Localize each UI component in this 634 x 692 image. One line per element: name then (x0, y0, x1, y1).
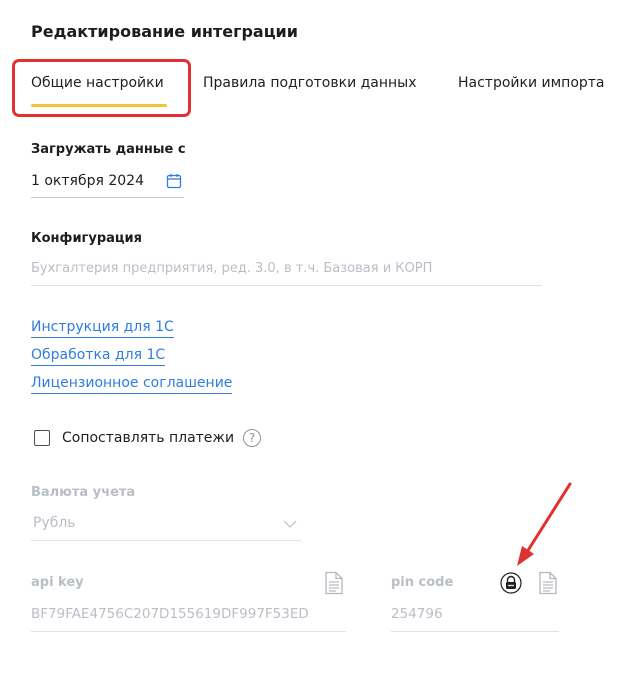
annotation-highlight-box (12, 59, 191, 117)
configuration-placeholder: Бухгалтерия предприятия, ред. 3.0, в т.ч… (31, 261, 433, 276)
calendar-icon[interactable] (166, 173, 182, 189)
load-from-label: Загружать данные с (31, 142, 186, 157)
tab-import-settings[interactable]: Настройки импорта (458, 75, 605, 91)
lock-icon[interactable] (500, 572, 522, 594)
load-from-date-value: 1 октября 2024 (31, 173, 144, 189)
api-key-value: BF79FAE4756C207D155619DF997F53ED (31, 606, 309, 622)
pin-code-value: 254796 (391, 606, 443, 622)
link-processing-1c[interactable]: Обработка для 1С (31, 347, 166, 366)
link-instruction-1c[interactable]: Инструкция для 1С (31, 319, 174, 338)
load-from-date-field[interactable]: 1 октября 2024 (31, 170, 184, 198)
currency-select[interactable]: Рубль (31, 511, 301, 541)
chevron-down-icon (283, 520, 297, 528)
currency-select-value: Рубль (33, 515, 76, 531)
link-license-agreement[interactable]: Лицензионное соглашение (31, 375, 233, 394)
configuration-label: Конфигурация (31, 231, 142, 246)
tab-data-preparation-rules[interactable]: Правила подготовки данных (203, 75, 417, 91)
match-payments-checkbox[interactable] (34, 430, 50, 446)
pin-code-label: pin code (391, 575, 454, 590)
question-icon[interactable]: ? (243, 429, 261, 447)
match-payments-label: Сопоставлять платежи (62, 430, 235, 446)
currency-label: Валюта учета (31, 485, 136, 500)
api-key-label: api key (31, 575, 84, 590)
copy-document-icon[interactable] (323, 571, 345, 595)
api-key-field[interactable]: BF79FAE4756C207D155619DF997F53ED (31, 602, 346, 632)
page-title: Редактирование интеграции (31, 22, 298, 41)
pin-code-field[interactable]: 254796 (391, 602, 559, 632)
copy-document-icon[interactable] (537, 571, 559, 595)
configuration-field[interactable]: Бухгалтерия предприятия, ред. 3.0, в т.ч… (31, 258, 542, 286)
